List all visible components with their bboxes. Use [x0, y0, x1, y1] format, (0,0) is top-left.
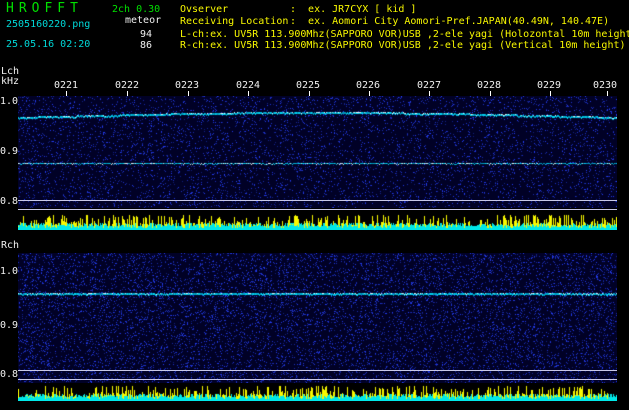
app-logo: HROFFT [6, 1, 83, 16]
rch-spectrogram [18, 253, 617, 383]
time-label: 0230 [593, 80, 618, 91]
observer-label: Ovserver [180, 4, 229, 15]
lch-y-label: 1.0 [0, 96, 19, 107]
location-value: : ex. Aomori City Aomori-Pref.JAPAN(40.4… [290, 16, 610, 27]
lch-bottom-line [18, 209, 617, 210]
lch-y-label: 0.8 [0, 196, 19, 207]
time-label: 0221 [54, 80, 79, 91]
lch-y-label: 0.9 [0, 146, 19, 157]
rch-y-label: 0.9 [0, 320, 19, 331]
rch-y-label: 1.0 [0, 266, 19, 277]
rch-label: Rch [1, 240, 20, 251]
lch-receiver-info: L-ch:ex. UV5R 113.900Mhz(SAPPORO VOR)USB… [180, 29, 629, 40]
filename: 2505160220.png [6, 19, 91, 30]
meteor-label: meteor [125, 15, 162, 26]
mode-label: 2ch 0.30 [112, 4, 161, 15]
meteor-count-lch: 94 [140, 29, 153, 40]
lch-spectrogram [18, 96, 617, 208]
rch-reference-line [18, 370, 617, 371]
time-label: 0226 [356, 80, 381, 91]
lch-meteor-bars [18, 212, 617, 230]
datetime: 25.05.16 02:20 [6, 39, 91, 50]
time-label: 0225 [296, 80, 321, 91]
rch-meteor-bars [18, 383, 617, 401]
time-label: 0224 [236, 80, 261, 91]
lch-unit: kHz [1, 76, 20, 87]
time-label: 0229 [537, 80, 562, 91]
time-label: 0227 [417, 80, 442, 91]
rch-bottom-line [18, 379, 617, 380]
observer-value: : ex. JR7CYX [ kid ] [290, 4, 417, 15]
rch-receiver-info: R-ch:ex. UV5R 113.900Mhz(SAPPORO VOR)USB… [180, 40, 626, 51]
time-label: 0222 [115, 80, 140, 91]
time-label: 0228 [477, 80, 502, 91]
location-label: Receiving Location [180, 16, 289, 27]
rch-y-label: 0.8 [0, 369, 19, 380]
meteor-count-rch: 86 [140, 40, 153, 51]
time-label: 0223 [175, 80, 200, 91]
lch-reference-line [18, 200, 617, 201]
